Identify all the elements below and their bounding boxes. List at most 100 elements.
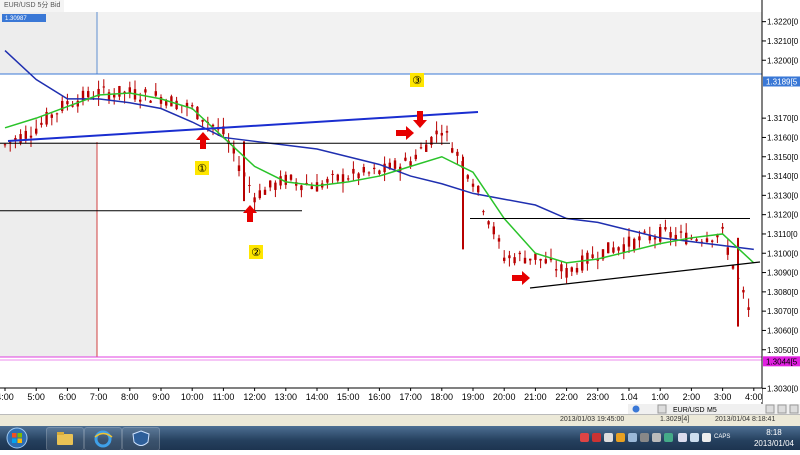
- candle-body: [612, 247, 615, 253]
- tray-icon[interactable]: [664, 433, 673, 442]
- network-icon[interactable]: [678, 433, 687, 442]
- candle-body: [513, 257, 516, 264]
- time-tick-label: 10:00: [181, 392, 204, 402]
- candle-body: [617, 247, 620, 251]
- candle-body: [705, 238, 709, 242]
- candle-body: [721, 226, 724, 229]
- status-price: 1.3029[4]: [660, 416, 690, 423]
- candle-body: [367, 172, 371, 174]
- platform-taskbar-button[interactable]: [122, 427, 160, 451]
- system-clock[interactable]: 8:18 2013/01/04: [754, 427, 794, 449]
- candle-body: [466, 175, 469, 179]
- candle-body: [378, 170, 381, 174]
- symbol-selector: EUR/USD: [673, 407, 705, 414]
- time-tick-label: 1.04: [620, 392, 638, 402]
- candle-body: [627, 236, 631, 247]
- tray-icon[interactable]: [640, 433, 649, 442]
- price-tick-label: 1.3220[0: [767, 18, 799, 27]
- price-tick-label: 1.3200[0: [767, 56, 799, 65]
- candle-body: [664, 227, 667, 230]
- candle-body: [347, 178, 350, 180]
- tray-icon[interactable]: [592, 433, 601, 442]
- candle-body: [482, 211, 485, 213]
- candle-body: [477, 185, 480, 193]
- candle-body: [24, 130, 27, 139]
- candle-body: [248, 185, 251, 187]
- candle-body: [591, 254, 594, 259]
- candle-body: [565, 267, 568, 278]
- candle-body: [154, 91, 157, 96]
- candle-body: [539, 258, 542, 261]
- candle-body: [560, 264, 563, 272]
- corner-price-text: 1.30987: [5, 16, 27, 22]
- candle-body: [113, 94, 116, 98]
- candle-body: [409, 161, 412, 166]
- time-tick-label: 4:00: [0, 392, 14, 402]
- candle-body: [523, 257, 527, 264]
- time-tick-label: 15:00: [337, 392, 360, 402]
- ie-taskbar-button[interactable]: [84, 427, 122, 451]
- time-tick-label: 13:00: [275, 392, 298, 402]
- price-tick-label: 1.3130[0: [767, 191, 799, 200]
- candle-body: [581, 255, 584, 271]
- volume-icon[interactable]: [690, 433, 699, 442]
- shaded-region: [97, 12, 762, 74]
- candle-body: [586, 252, 589, 264]
- candle-body: [175, 100, 178, 110]
- time-tick-label: 9:00: [152, 392, 170, 402]
- price-tick-label: 1.3070[0: [767, 307, 799, 316]
- price-tick-label: 1.3050[0: [767, 346, 799, 355]
- candle-body: [289, 174, 293, 180]
- folder-icon: [57, 432, 73, 445]
- current-price-badge-text: 1.3044[5: [766, 357, 798, 366]
- candle-body: [331, 173, 334, 175]
- candle-body: [487, 221, 490, 225]
- candle-body: [555, 269, 558, 271]
- tray-icon[interactable]: [604, 433, 613, 442]
- tray-icon[interactable]: [580, 433, 589, 442]
- time-tick-label: 4:00: [745, 392, 763, 402]
- time-tick-label: 8:00: [121, 392, 139, 402]
- price-tick-label: 1.3170[0: [767, 114, 799, 123]
- candle-body: [201, 119, 204, 122]
- price-chart[interactable]: 1.30987 ① ② ③ 1.3220[0 1.3210[0 1.3200[0 1.3170…: [0, 0, 800, 414]
- candle-body: [165, 101, 168, 106]
- tray-icon[interactable]: [616, 433, 625, 442]
- candle-body: [726, 247, 729, 255]
- candle-body: [419, 147, 423, 149]
- candle-body: [362, 166, 365, 173]
- time-tick-label: 14:00: [306, 392, 329, 402]
- annotation-label: ①: [197, 162, 207, 175]
- status-right-time: 2013/01/04 8:18:41: [715, 416, 776, 423]
- tray-icon[interactable]: [628, 433, 637, 442]
- action-center-icon[interactable]: [702, 433, 711, 442]
- price-tick-label: 1.3080[0: [767, 288, 799, 297]
- candle-body: [352, 168, 355, 174]
- start-button[interactable]: [2, 426, 32, 450]
- annotation-label: ②: [251, 246, 261, 259]
- time-tick-label: 22:00: [555, 392, 578, 402]
- candle-body: [607, 242, 610, 254]
- candle-body: [300, 185, 303, 191]
- time-tick-label: 1:00: [651, 392, 669, 402]
- zoom-out-icon: [657, 404, 667, 414]
- price-tick-label: 1.3120[0: [767, 211, 799, 220]
- candle-body: [575, 267, 579, 273]
- candle-body: [191, 105, 194, 107]
- price-tick-label: 1.3100[0: [767, 249, 799, 258]
- explorer-taskbar-button[interactable]: [46, 427, 84, 451]
- candle-body: [269, 180, 272, 188]
- tray-icon[interactable]: [652, 433, 661, 442]
- candle-body: [357, 173, 360, 179]
- candle-body: [669, 232, 672, 238]
- time-tick-label: 23:00: [587, 392, 610, 402]
- timeframe-selector: M5: [707, 407, 717, 414]
- candle-body: [19, 134, 22, 144]
- candle-body: [29, 135, 33, 138]
- candle-body: [711, 240, 714, 242]
- chart-title: EUR/USD 5分 Bid: [0, 0, 65, 12]
- candle-body: [373, 167, 376, 170]
- price-tick-label: 1.3090[0: [767, 269, 799, 278]
- candle-body: [263, 189, 267, 195]
- time-tick-label: 5:00: [27, 392, 45, 402]
